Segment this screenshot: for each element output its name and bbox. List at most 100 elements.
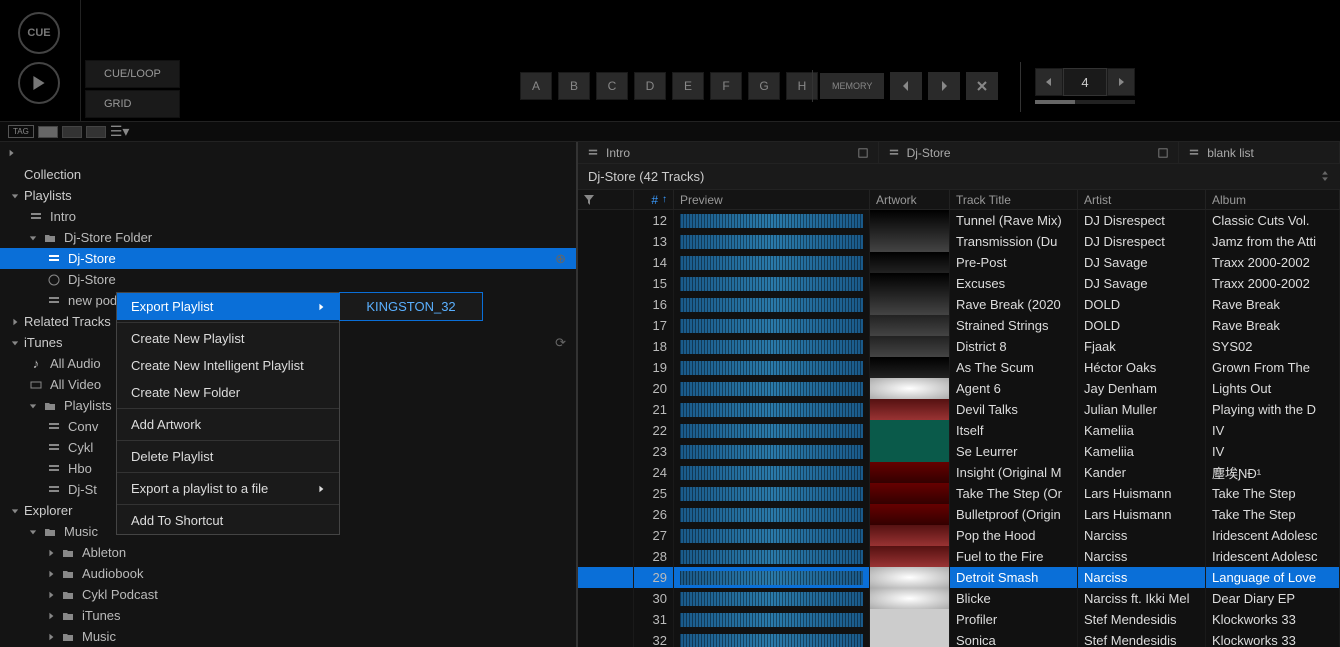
sort-stepper[interactable] (1320, 169, 1330, 184)
cell-preview[interactable] (674, 420, 870, 441)
ctx-add-artwork[interactable]: Add Artwork (117, 411, 339, 438)
panel-icon[interactable] (1158, 148, 1168, 158)
tree-item-audiobook[interactable]: Audiobook (0, 563, 576, 584)
cell-preview[interactable] (674, 441, 870, 462)
cell-preview[interactable] (674, 525, 870, 546)
table-row[interactable]: 20Agent 6Jay DenhamLights Out (578, 378, 1340, 399)
hotcue-h[interactable]: H (786, 72, 818, 100)
tree-item-itunes-folder[interactable]: iTunes (0, 605, 576, 626)
table-row[interactable]: 22ItselfKameliiaIV (578, 420, 1340, 441)
play-button[interactable] (18, 62, 60, 104)
content-tab-blank[interactable]: blank list (1179, 142, 1340, 163)
tree-playlists[interactable]: Playlists (0, 185, 576, 206)
tab-grid[interactable]: GRID (85, 90, 180, 118)
memory-delete-button[interactable] (966, 72, 998, 100)
cell-preview[interactable] (674, 609, 870, 630)
table-row[interactable]: 21Devil TalksJulian MullerPlaying with t… (578, 399, 1340, 420)
ctx-create-intelligent[interactable]: Create New Intelligent Playlist (117, 352, 339, 379)
refresh-icon[interactable]: ⟳ (555, 335, 566, 351)
table-row[interactable]: 13Transmission (DuDJ DisrespectJamz from… (578, 231, 1340, 252)
table-row[interactable]: 23Se LeurrerKameliiaIV (578, 441, 1340, 462)
cell-preview[interactable] (674, 294, 870, 315)
breadcrumb[interactable] (0, 142, 576, 164)
table-row[interactable]: 24Insight (Original MKander塵埃ƝƉ¹ (578, 462, 1340, 483)
cell-preview[interactable] (674, 588, 870, 609)
ctx-create-folder[interactable]: Create New Folder (117, 379, 339, 406)
tree-collection[interactable]: Collection (0, 164, 576, 185)
cell-preview[interactable] (674, 630, 870, 647)
pager-progress[interactable] (1035, 100, 1135, 104)
view-toggle-1[interactable] (38, 126, 58, 138)
cue-button[interactable]: CUE (18, 12, 60, 54)
tree-item-djstore-smart[interactable]: Dj-Store (0, 269, 576, 290)
hotcue-c[interactable]: C (596, 72, 628, 100)
tree-item-djstore-folder[interactable]: Dj-Store Folder (0, 227, 576, 248)
col-number[interactable]: #↑ (634, 190, 674, 209)
table-row[interactable]: 28Fuel to the FireNarcissIridescent Adol… (578, 546, 1340, 567)
table-row[interactable]: 19As The ScumHéctor OaksGrown From The (578, 357, 1340, 378)
col-filter[interactable] (578, 190, 634, 209)
table-row[interactable]: 32SonicaStef MendesidisKlockworks 33 (578, 630, 1340, 647)
tree-item-ableton[interactable]: Ableton (0, 542, 576, 563)
panel-icon[interactable] (858, 148, 868, 158)
memory-prev-button[interactable] (890, 72, 922, 100)
tree-item-cykl-podcast[interactable]: Cykl Podcast (0, 584, 576, 605)
table-row[interactable]: 14Pre-PostDJ SavageTraxx 2000-2002 (578, 252, 1340, 273)
list-view-icon[interactable]: ☰▾ (110, 123, 130, 140)
cell-preview[interactable] (674, 378, 870, 399)
cell-preview[interactable] (674, 210, 870, 231)
col-artist[interactable]: Artist (1078, 190, 1206, 209)
cell-preview[interactable] (674, 462, 870, 483)
table-row[interactable]: 12Tunnel (Rave Mix)DJ DisrespectClassic … (578, 210, 1340, 231)
ctx-export-file[interactable]: Export a playlist to a file (117, 475, 339, 502)
col-preview[interactable]: Preview (674, 190, 870, 209)
cell-preview[interactable] (674, 315, 870, 336)
table-row[interactable]: 17Strained StringsDOLDRave Break (578, 315, 1340, 336)
hotcue-a[interactable]: A (520, 72, 552, 100)
ctx-create-playlist[interactable]: Create New Playlist (117, 325, 339, 352)
memory-next-button[interactable] (928, 72, 960, 100)
table-row[interactable]: 15ExcusesDJ SavageTraxx 2000-2002 (578, 273, 1340, 294)
cell-preview[interactable] (674, 546, 870, 567)
table-row[interactable]: 16Rave Break (2020DOLDRave Break (578, 294, 1340, 315)
tree-item-music2[interactable]: Music (0, 626, 576, 647)
ctx-export-playlist[interactable]: Export Playlist (117, 293, 339, 320)
table-row[interactable]: 29Detroit SmashNarcissLanguage of Love (578, 567, 1340, 588)
cell-preview[interactable] (674, 273, 870, 294)
hotcue-f[interactable]: F (710, 72, 742, 100)
table-row[interactable]: 27Pop the HoodNarcissIridescent Adolesc (578, 525, 1340, 546)
view-toggle-2[interactable] (62, 126, 82, 138)
submenu-target[interactable]: KINGSTON_32 (340, 293, 482, 320)
cell-preview[interactable] (674, 399, 870, 420)
cell-preview[interactable] (674, 504, 870, 525)
table-row[interactable]: 31ProfilerStef MendesidisKlockworks 33 (578, 609, 1340, 630)
cell-preview[interactable] (674, 567, 870, 588)
col-title[interactable]: Track Title (950, 190, 1078, 209)
hotcue-e[interactable]: E (672, 72, 704, 100)
add-icon[interactable]: ⊕ (555, 251, 566, 267)
ctx-delete-playlist[interactable]: Delete Playlist (117, 443, 339, 470)
pager-next-button[interactable] (1107, 68, 1135, 96)
cell-preview[interactable] (674, 483, 870, 504)
view-toggle-3[interactable] (86, 126, 106, 138)
col-album[interactable]: Album (1206, 190, 1340, 209)
cell-preview[interactable] (674, 336, 870, 357)
table-row[interactable]: 30BlickeNarciss ft. Ikki MelDear Diary E… (578, 588, 1340, 609)
tree-item-djstore[interactable]: Dj-Store⊕ (0, 248, 576, 269)
hotcue-b[interactable]: B (558, 72, 590, 100)
table-row[interactable]: 18District 8FjaakSYS02 (578, 336, 1340, 357)
table-row[interactable]: 25Take The Step (OrLars HuismannTake The… (578, 483, 1340, 504)
cell-preview[interactable] (674, 357, 870, 378)
hotcue-g[interactable]: G (748, 72, 780, 100)
content-tab-intro[interactable]: Intro (578, 142, 879, 163)
ctx-add-shortcut[interactable]: Add To Shortcut (117, 507, 339, 534)
table-row[interactable]: 26Bulletproof (OriginLars HuismannTake T… (578, 504, 1340, 525)
col-artwork[interactable]: Artwork (870, 190, 950, 209)
tag-badge[interactable]: TAG (8, 125, 34, 138)
cell-preview[interactable] (674, 252, 870, 273)
cell-preview[interactable] (674, 231, 870, 252)
pager-prev-button[interactable] (1035, 68, 1063, 96)
tab-cueloop[interactable]: CUE/LOOP (85, 60, 180, 88)
tree-item-intro[interactable]: Intro (0, 206, 576, 227)
content-tab-djstore[interactable]: Dj-Store (879, 142, 1180, 163)
